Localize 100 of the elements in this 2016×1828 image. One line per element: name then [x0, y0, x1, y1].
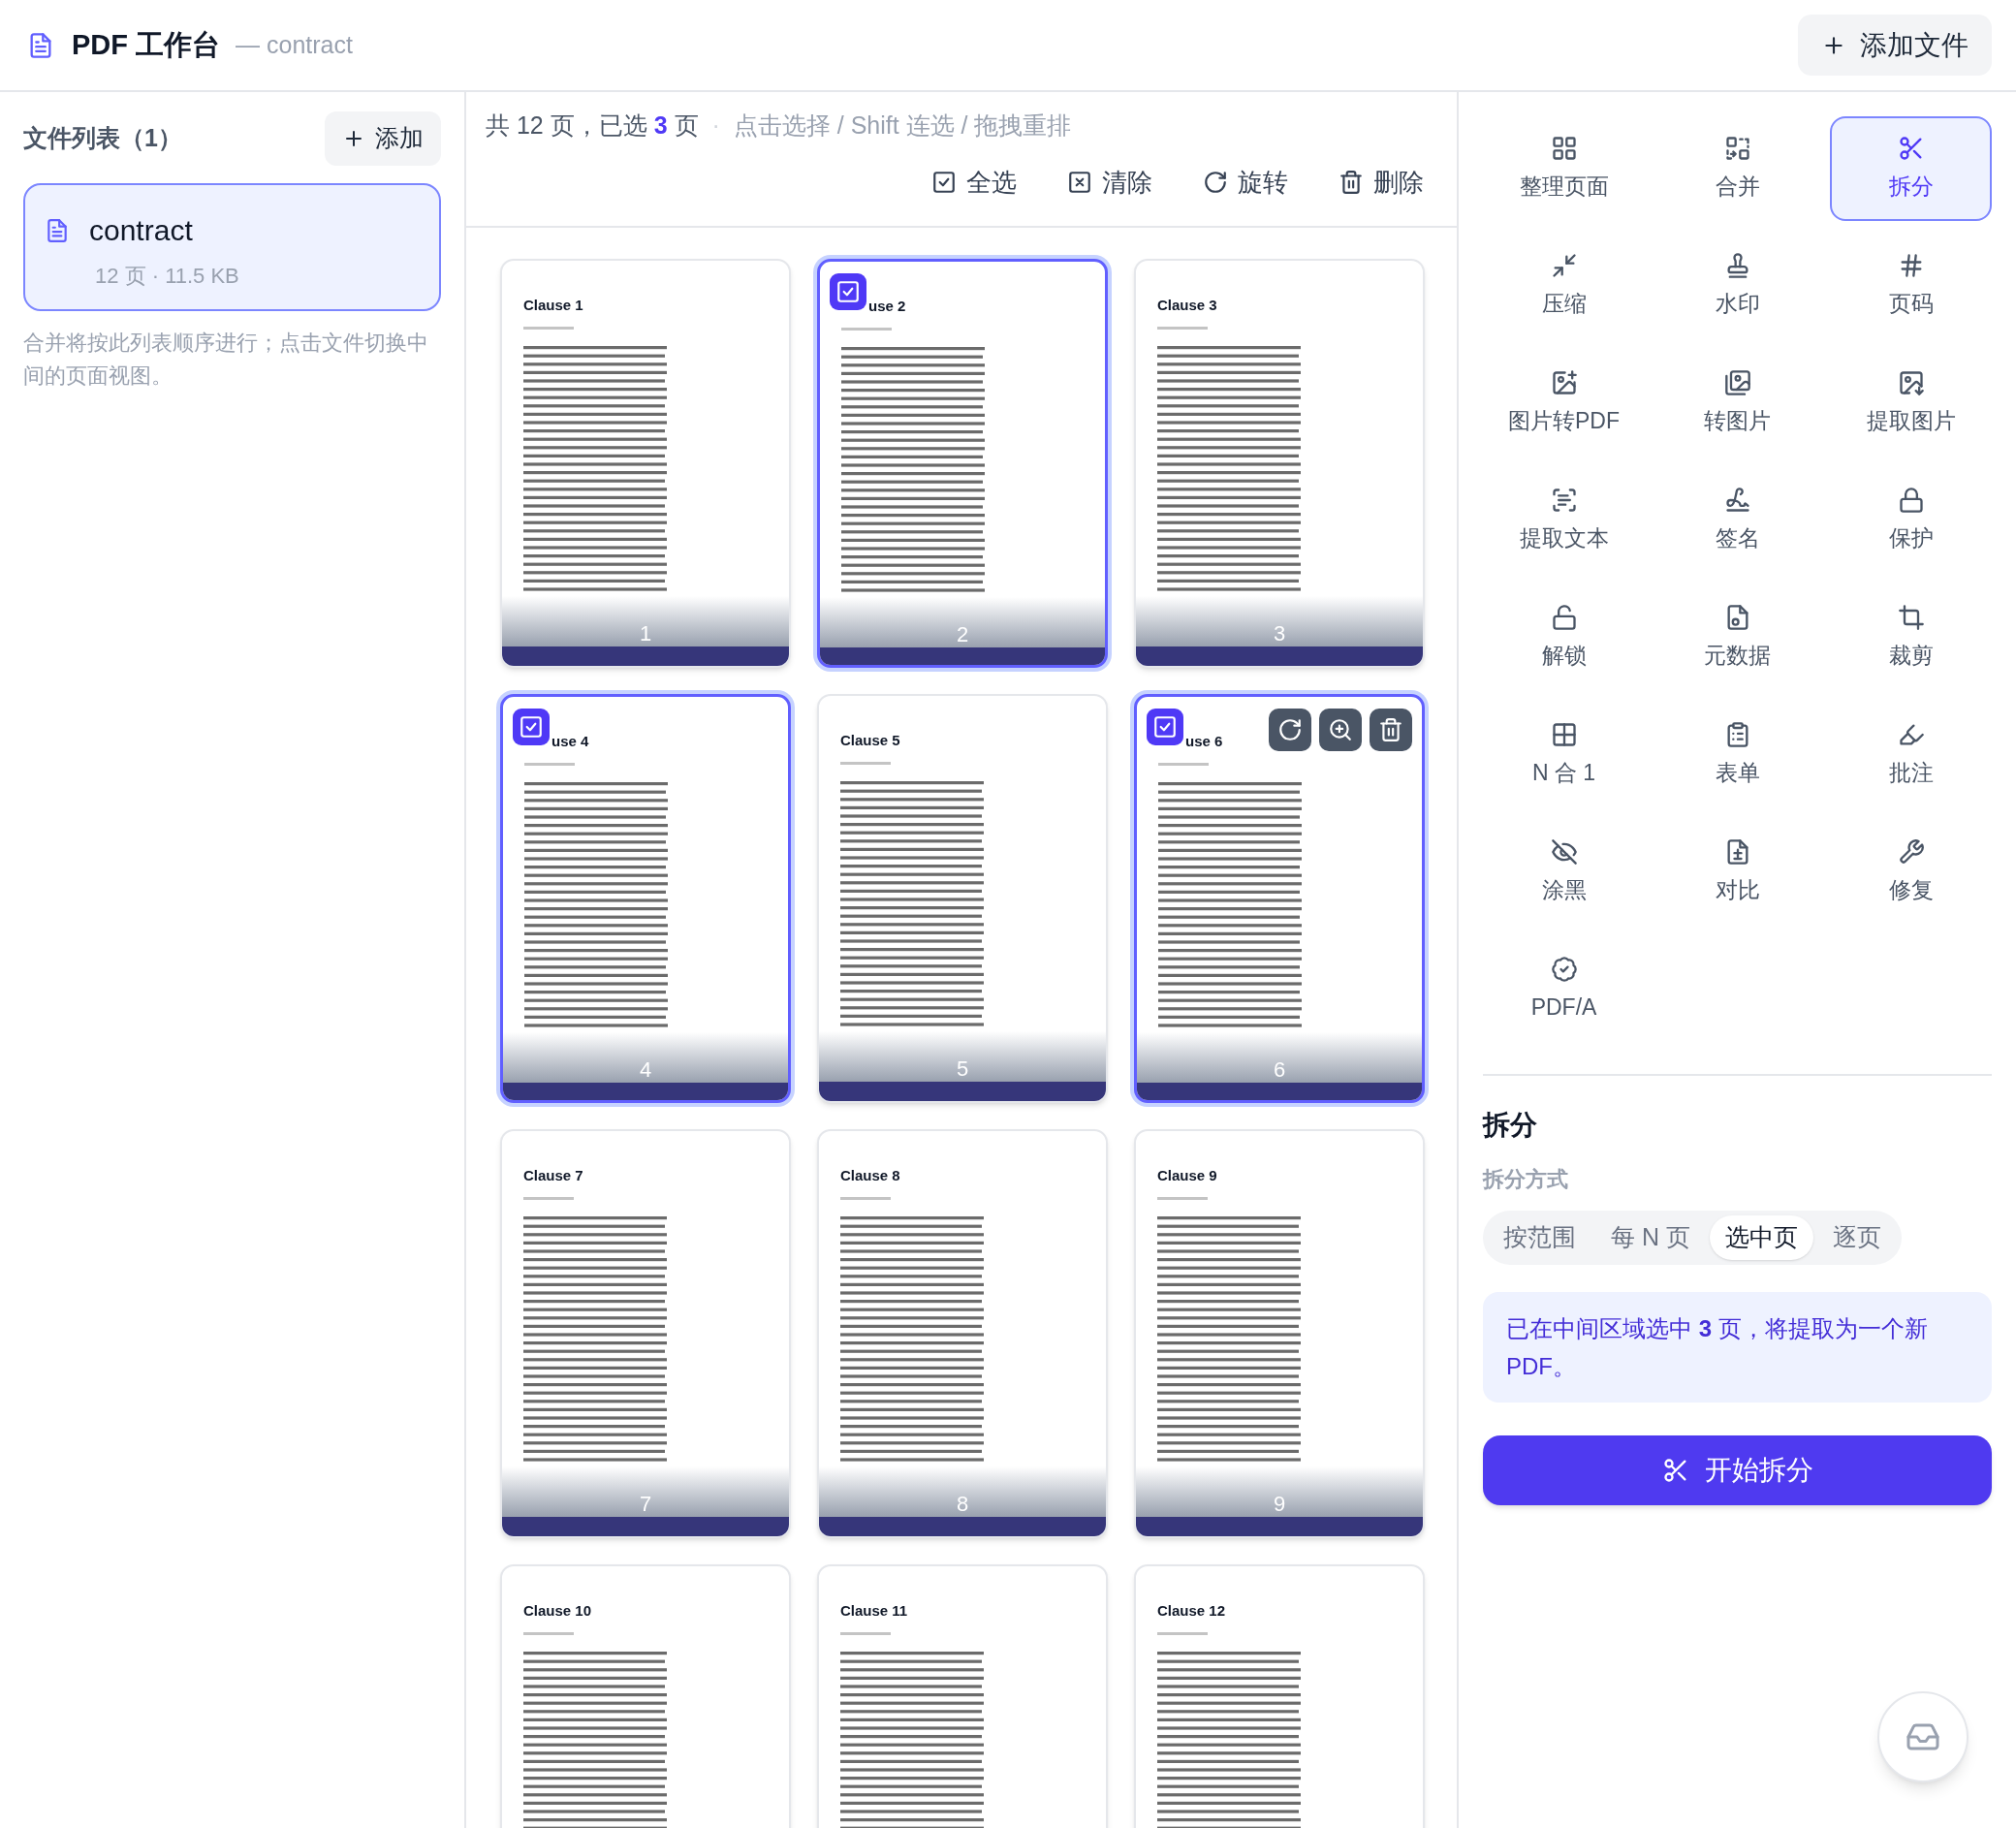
page-thumbnail[interactable]: Clause 10	[500, 1564, 791, 1828]
page-thumbnail[interactable]: Clause 8 8	[817, 1129, 1108, 1538]
page-title: use 4	[551, 733, 589, 749]
tool-button[interactable]: 提取文本	[1483, 468, 1645, 573]
wrench-icon	[1897, 837, 1925, 866]
page-title: Clause 1	[523, 297, 583, 313]
unlock-icon	[1550, 603, 1578, 631]
segment-option[interactable]: 每 N 页	[1595, 1215, 1706, 1260]
page-number: 1	[639, 621, 652, 646]
toolbar-action[interactable]: 全选	[931, 163, 1017, 202]
check-square-icon	[519, 714, 544, 740]
tool-button[interactable]: 修复	[1830, 820, 1992, 925]
tool-button[interactable]: 批注	[1830, 703, 1992, 807]
start-split-button[interactable]: 开始拆分	[1483, 1435, 1992, 1505]
check-square-icon	[931, 170, 957, 195]
check-square-icon	[1152, 714, 1178, 740]
delete-page-button[interactable]	[1370, 709, 1412, 751]
page-title: use 6	[1185, 733, 1223, 749]
trash-icon	[1339, 170, 1364, 195]
check-square-icon	[835, 279, 861, 304]
tool-button[interactable]: 签名	[1656, 468, 1818, 573]
add-file-button[interactable]: 添加文件	[1798, 15, 1992, 76]
x-square-icon	[1067, 170, 1092, 195]
segment-option[interactable]: 逐页	[1816, 1215, 1897, 1260]
grid-icon	[1550, 134, 1578, 162]
page-thumbnail[interactable]: Clause 7 7	[500, 1129, 791, 1538]
page-number: 2	[956, 622, 969, 647]
page-number: 9	[1273, 1492, 1286, 1517]
page-title: Clause 3	[1157, 297, 1217, 313]
page-title: Clause 10	[523, 1602, 592, 1619]
page-thumbnail[interactable]: Clause 3 3	[1134, 259, 1425, 668]
segment-option[interactable]: 选中页	[1709, 1215, 1813, 1260]
tool-button[interactable]: 页码	[1830, 234, 1992, 338]
page-title: Clause 12	[1157, 1602, 1226, 1619]
page-title: Clause 7	[523, 1167, 583, 1183]
page-title: Clause 5	[840, 732, 900, 748]
tool-button[interactable]: 对比	[1656, 820, 1818, 925]
file-name: contract	[89, 213, 193, 248]
page-thumbnail[interactable]: Clause 1 1	[500, 259, 791, 668]
tool-button[interactable]: 合并	[1656, 116, 1818, 221]
badge-check-icon	[1550, 955, 1578, 983]
image-download-icon	[1897, 368, 1925, 396]
tool-button[interactable]: 裁剪	[1830, 585, 1992, 690]
rotate-icon	[1277, 717, 1303, 742]
lock-icon	[1897, 486, 1925, 514]
checkbox[interactable]	[1147, 709, 1183, 745]
file-card[interactable]: contract 12 页 · 11.5 KB	[23, 183, 441, 311]
tool-button[interactable]: 压缩	[1483, 234, 1645, 338]
page-number: 6	[1273, 1057, 1286, 1083]
page-number: 4	[639, 1057, 652, 1083]
file-list-heading: 文件列表（1）	[23, 123, 182, 154]
document-name: — contract	[236, 29, 353, 60]
split-mode-label: 拆分方式	[1483, 1166, 1569, 1193]
trash-icon	[1378, 717, 1403, 742]
checkbox[interactable]	[513, 709, 550, 745]
page-thumbnail[interactable]: Clause 12	[1134, 1564, 1425, 1828]
shrink-icon	[1550, 251, 1578, 279]
file-meta: 12 页 · 11.5 KB	[94, 263, 240, 290]
scissors-icon	[1661, 1457, 1689, 1484]
document-icon	[45, 217, 70, 243]
scan-text-icon	[1550, 486, 1578, 514]
toolbar-action[interactable]: 删除	[1339, 163, 1424, 202]
grid-icon	[1550, 720, 1578, 748]
page-title: Clause 11	[840, 1602, 908, 1619]
add-button[interactable]: 添加	[325, 111, 441, 166]
segment-option[interactable]: 按范围	[1488, 1215, 1591, 1260]
tool-button[interactable]: 提取图片	[1830, 351, 1992, 456]
tool-button[interactable]: N 合 1	[1483, 703, 1645, 807]
tool-button[interactable]: PDF/A	[1483, 937, 1645, 1042]
toolbar-action[interactable]: 清除	[1067, 163, 1152, 202]
tool-button[interactable]: 保护	[1830, 468, 1992, 573]
crop-icon	[1897, 603, 1925, 631]
tool-button[interactable]: 图片转PDF	[1483, 351, 1645, 456]
tool-button[interactable]: 元数据	[1656, 585, 1818, 690]
tool-button[interactable]: 转图片	[1656, 351, 1818, 456]
page-number: 7	[639, 1492, 652, 1517]
tool-button[interactable]: 涂黑	[1483, 820, 1645, 925]
tool-button[interactable]: 水印	[1656, 234, 1818, 338]
page-title: Clause 8	[840, 1167, 900, 1183]
signature-icon	[1723, 486, 1751, 514]
page-number: 5	[956, 1056, 969, 1082]
page-number: 3	[1273, 621, 1286, 646]
eye-off-icon	[1550, 837, 1578, 866]
checkbox[interactable]	[830, 273, 866, 310]
separator-dot: ·	[711, 110, 720, 141]
rotate-page-button[interactable]	[1269, 709, 1311, 751]
tool-button[interactable]: 拆分	[1830, 116, 1992, 221]
zoom-in-icon	[1328, 717, 1353, 742]
toolbar-action[interactable]: 旋转	[1203, 163, 1288, 202]
tool-button[interactable]: 解锁	[1483, 585, 1645, 690]
tool-button[interactable]: 整理页面	[1483, 116, 1645, 221]
page-thumbnail[interactable]: Clause 9 9	[1134, 1129, 1425, 1538]
page-thumbnail[interactable]: Clause 5 5	[817, 694, 1108, 1103]
merge-note: 合并将按此列表顺序进行；点击文件切换中间的页面视图。	[23, 330, 429, 390]
zoom-page-button[interactable]	[1319, 709, 1362, 751]
page-thumbnail[interactable]: Clause 11	[817, 1564, 1108, 1828]
tool-button[interactable]: 表单	[1656, 703, 1818, 807]
page-count-summary: 共 12 页，已选 3 页	[486, 110, 699, 141]
images-icon	[1723, 368, 1751, 396]
rotate-icon	[1203, 170, 1228, 195]
